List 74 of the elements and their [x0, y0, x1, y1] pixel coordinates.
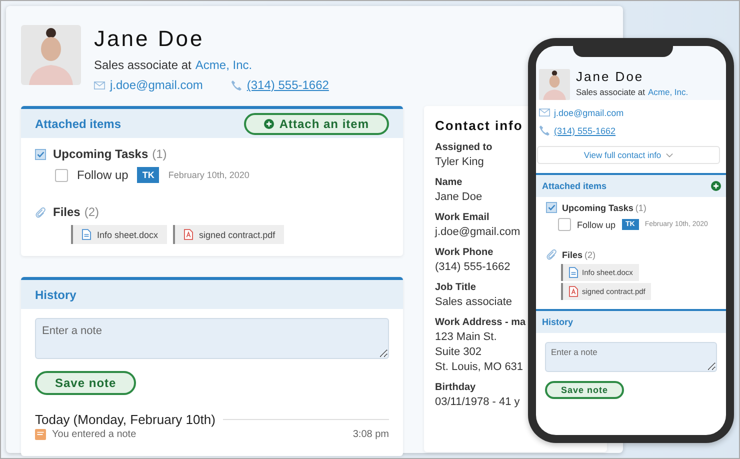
file-count: (2): [84, 205, 100, 219]
paperclip-icon: [546, 249, 557, 260]
attach-item-button[interactable]: Attach an item: [244, 112, 389, 134]
field-label: Birthday: [435, 382, 476, 393]
save-note-button[interactable]: Save note: [545, 381, 624, 399]
company-link[interactable]: Acme, Inc.: [195, 58, 252, 72]
field-value: Suite 302: [435, 346, 482, 358]
panel-title: Contact info: [435, 118, 523, 133]
task-checkbox[interactable]: [558, 218, 571, 231]
contact-name: Jane Doe: [94, 26, 206, 52]
field-value: 03/11/1978 - 41 y: [435, 396, 520, 408]
task-list-icon: [35, 148, 46, 160]
email-link[interactable]: j.doe@gmail.com: [554, 108, 624, 118]
job-title: Sales associate at: [94, 58, 192, 72]
mail-icon: [539, 107, 550, 118]
plus-circle-icon[interactable]: [711, 181, 721, 191]
profile-photo-placeholder: [21, 25, 81, 85]
card-title: History: [35, 288, 76, 302]
phone-icon: [539, 125, 550, 136]
assignee-badge: TK: [137, 167, 160, 183]
save-note-button[interactable]: Save note: [35, 371, 136, 395]
view-contact-button[interactable]: View full contact info: [537, 146, 720, 164]
mail-icon: [94, 80, 105, 90]
task-count: (1): [635, 202, 646, 212]
section-label: Upcoming Tasks: [53, 147, 148, 161]
section-label: Upcoming Tasks: [562, 202, 634, 212]
company-link[interactable]: Acme, Inc.: [648, 87, 688, 97]
history-entry: You entered a note: [52, 429, 136, 440]
field-value: 123 Main St.: [435, 331, 497, 343]
note-field[interactable]: Enter a note: [545, 342, 717, 372]
field-value: j.doe@gmail.com: [435, 226, 520, 238]
job-title: Sales associate at: [576, 87, 645, 97]
phone-link[interactable]: (314) 555-1662: [246, 78, 329, 92]
card-title: Attached items: [542, 181, 607, 191]
field-label: Job Title: [435, 282, 476, 293]
note-icon: [35, 429, 46, 440]
field-value: Jane Doe: [435, 191, 482, 203]
task-label: Follow up: [577, 220, 616, 230]
field-label: Assigned to: [435, 142, 492, 153]
field-value: (314) 555-1662: [435, 261, 510, 273]
phone-link[interactable]: (314) 555-1662: [554, 126, 616, 136]
task-count: (1): [152, 147, 167, 161]
document-file-icon: [82, 229, 91, 240]
task-list-icon: [546, 202, 557, 213]
field-value: Sales associate: [435, 296, 512, 308]
contact-name: Jane Doe: [576, 69, 645, 84]
entry-time: 3:08 pm: [352, 429, 389, 440]
profile-photo-placeholder: [539, 69, 570, 100]
field-label: Work Email: [435, 212, 490, 223]
paperclip-icon: [35, 206, 46, 218]
field-label: Work Phone: [435, 247, 494, 258]
task-checkbox[interactable]: [55, 168, 68, 182]
file-chip[interactable]: Info sheet.docx: [71, 225, 168, 244]
note-field[interactable]: Enter a note: [35, 318, 389, 359]
pdf-file-icon: [569, 286, 578, 297]
task-label: Follow up: [77, 168, 128, 182]
phone-icon: [230, 80, 242, 90]
field-label: Work Address - ma: [435, 317, 526, 328]
field-value: St. Louis, MO 631: [435, 361, 524, 373]
card-title: Attached items: [35, 116, 122, 130]
section-label: Files: [562, 250, 583, 260]
card-title: History: [542, 317, 574, 327]
document-file-icon: [569, 267, 578, 278]
field-value: Tyler King: [435, 156, 484, 168]
field-label: Name: [435, 177, 462, 188]
email-link[interactable]: j.doe@gmail.com: [110, 78, 203, 92]
pdf-file-icon: [184, 229, 194, 240]
day-heading: Today (Monday, February 10th): [35, 412, 216, 427]
task-date: February 10th, 2020: [168, 170, 250, 180]
chevron-down-icon: [666, 152, 674, 158]
file-count: (2): [584, 250, 596, 260]
plus-circle-icon: [264, 118, 274, 128]
file-chip[interactable]: signed contract.pdf: [173, 225, 284, 244]
section-label: Files: [53, 205, 80, 219]
